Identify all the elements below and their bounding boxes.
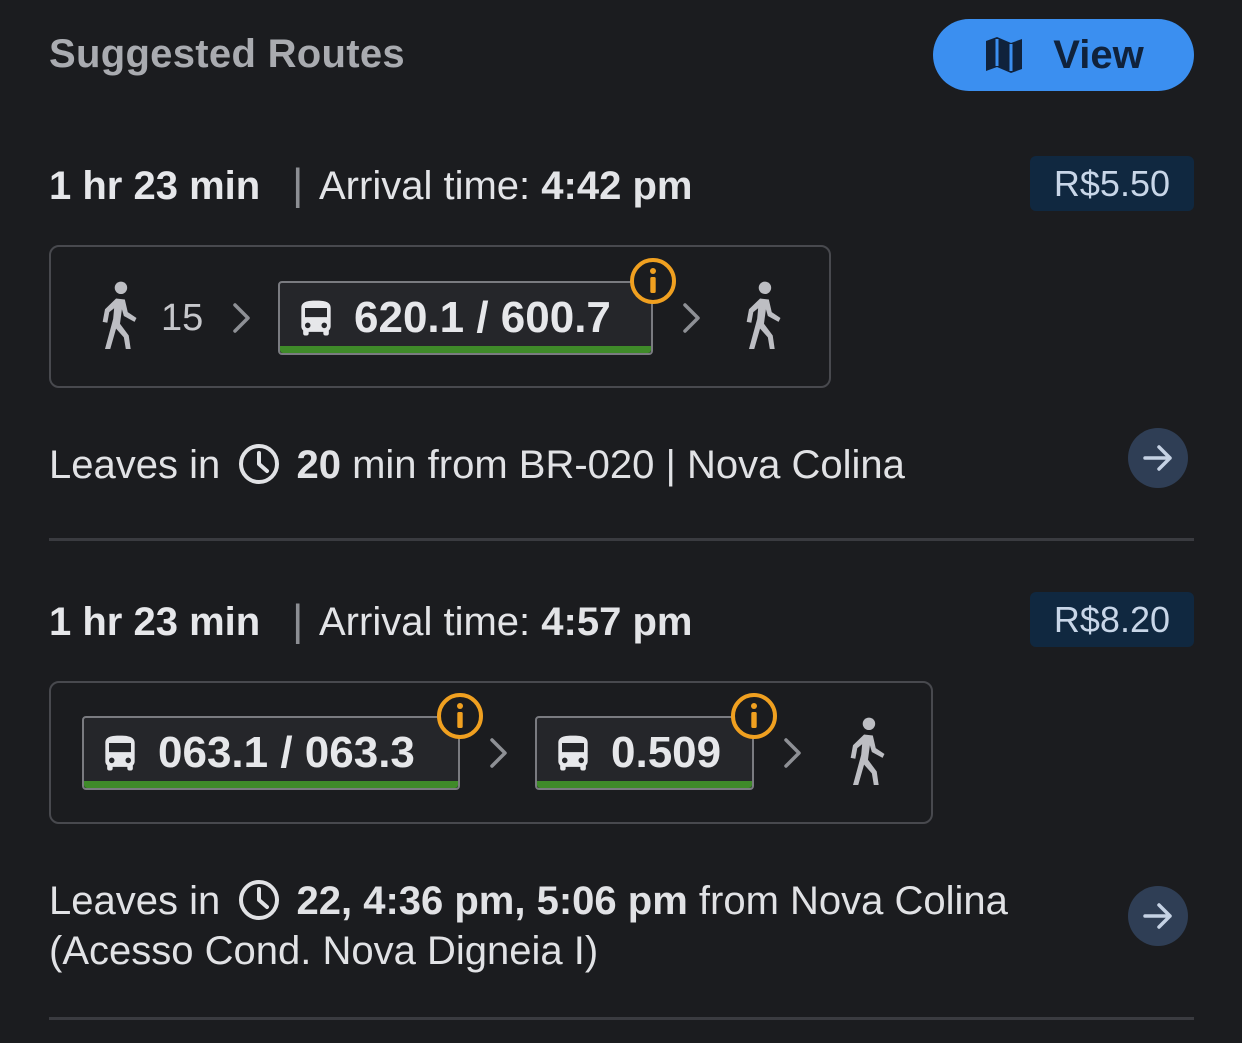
view-button-label: View [1053, 32, 1144, 77]
walk-icon [739, 281, 787, 351]
leaves-prefix: Leaves in [49, 879, 221, 923]
arrival-label: Arrival time: [319, 600, 531, 644]
bus-line-label: 063.1 / 063.3 [158, 728, 415, 777]
bus-line-chip[interactable]: 0.509 [535, 716, 754, 790]
departure-times: 20 [296, 443, 341, 487]
departure-info: Leaves in 20 min from BR-020 | Nova Coli… [49, 440, 905, 490]
section-title: Suggested Routes [49, 32, 405, 76]
walk-minutes: 15 [161, 297, 204, 339]
bus-line-label: 0.509 [611, 728, 722, 777]
info-icon[interactable] [435, 691, 485, 741]
arrival-time: Arrival time: 4:57 pm [319, 600, 692, 645]
line-color-bar [84, 781, 458, 788]
bus-icon [97, 732, 143, 776]
departure-stop: min from BR-020 | Nova Colina [340, 443, 905, 487]
divider [49, 1017, 1194, 1020]
fare-badge: R$8.20 [1029, 592, 1194, 647]
route-duration: 1 hr 23 min [49, 164, 261, 208]
bus-icon [293, 297, 339, 341]
bus-line-chip[interactable]: 063.1 / 063.3 [82, 716, 460, 790]
route-details-button[interactable] [1128, 886, 1188, 946]
route-summary: 1 hr 23 min | Arrival time: 4:57 pm R$8.… [49, 592, 1194, 656]
route-summary: 1 hr 23 min | Arrival time: 4:42 pm R$5.… [49, 156, 1194, 220]
chevron-right-icon [231, 301, 253, 335]
info-icon[interactable] [628, 256, 678, 306]
departure-times: 22, 4:36 pm, 5:06 pm [296, 879, 688, 923]
bus-icon [550, 732, 596, 776]
fare-badge: R$5.50 [1029, 156, 1194, 211]
route-legs: 063.1 / 063.3 0.509 [49, 681, 933, 824]
departure-stop: from Nova Colina [687, 879, 1008, 923]
header: Suggested Routes View [49, 18, 1194, 92]
chevron-right-icon [782, 736, 804, 770]
bus-line-label: 620.1 / 600.7 [354, 293, 611, 342]
clock-icon [237, 878, 281, 922]
route-duration: 1 hr 23 min [49, 600, 261, 644]
clock-icon [237, 442, 281, 486]
line-color-bar [280, 346, 651, 353]
line-color-bar [537, 781, 752, 788]
arrival-time-value: 4:57 pm [541, 600, 693, 644]
route-legs: 15 620.1 / 600.7 [49, 245, 831, 388]
route-card[interactable]: 1 hr 23 min | Arrival time: 4:42 pm R$5.… [49, 156, 1194, 536]
arrival-label: Arrival time: [319, 164, 531, 208]
bus-line-chip[interactable]: 620.1 / 600.7 [278, 281, 653, 355]
leaves-prefix: Leaves in [49, 443, 221, 487]
walk-icon [843, 717, 891, 787]
summary-separator: | [292, 160, 304, 209]
divider [49, 538, 1194, 541]
departure-stop-detail: (Acesso Cond. Nova Digneia I) [49, 929, 599, 973]
walk-icon [95, 281, 143, 351]
route-card[interactable]: 1 hr 23 min | Arrival time: 4:57 pm R$8.… [49, 592, 1194, 1012]
route-details-button[interactable] [1128, 428, 1188, 488]
arrival-time-value: 4:42 pm [541, 164, 693, 208]
departure-info: Leaves in 22, 4:36 pm, 5:06 pm from Nova… [49, 876, 1109, 976]
chevron-right-icon [488, 736, 510, 770]
arrival-time: Arrival time: 4:42 pm [319, 164, 692, 209]
view-map-button[interactable]: View [933, 19, 1194, 91]
map-icon [986, 37, 1023, 73]
chevron-right-icon [681, 301, 703, 335]
arrow-right-icon [1141, 441, 1175, 475]
summary-separator: | [292, 596, 304, 645]
info-icon[interactable] [729, 691, 779, 741]
arrow-right-icon [1141, 899, 1175, 933]
